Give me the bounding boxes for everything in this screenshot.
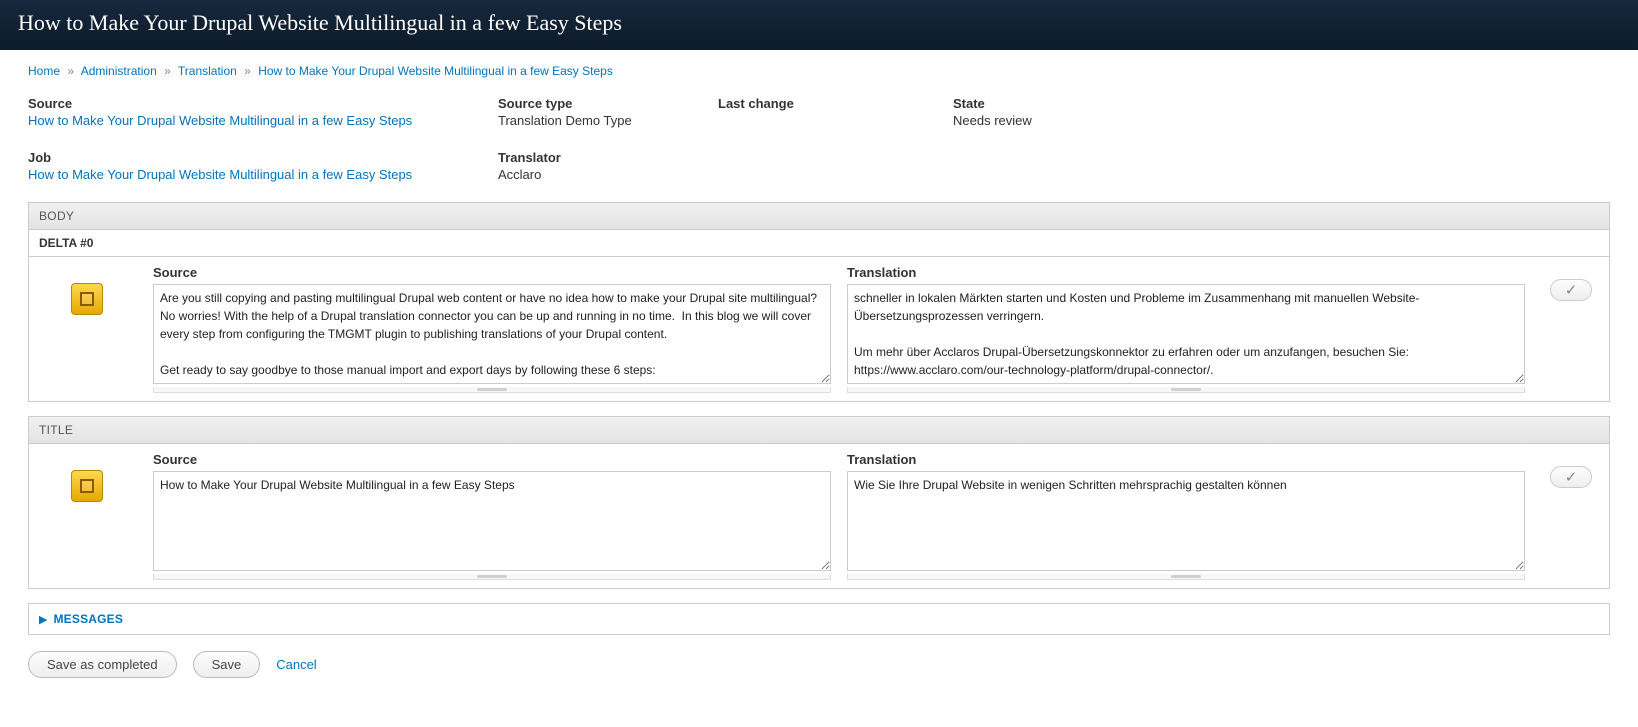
meta-state-label: State xyxy=(953,96,1610,111)
title-translation-textarea[interactable] xyxy=(847,471,1525,571)
meta-job-link[interactable]: How to Make Your Drupal Website Multilin… xyxy=(28,167,412,182)
breadcrumb-home[interactable]: Home xyxy=(28,64,60,78)
breadcrumb-sep: » xyxy=(67,64,74,78)
body-status-icon-wrap xyxy=(37,265,137,315)
messages-link[interactable]: MESSAGES xyxy=(53,612,123,626)
check-icon: ✓ xyxy=(1565,468,1578,486)
meta-grid: Source How to Make Your Drupal Website M… xyxy=(28,96,1610,182)
title-source-textarea[interactable] xyxy=(153,471,831,571)
body-source-col: Source xyxy=(153,265,831,393)
title-row: Source Translation ✓ xyxy=(29,444,1609,588)
content-area: Home » Administration » Translation » Ho… xyxy=(0,50,1638,718)
title-accept-wrap: ✓ xyxy=(1541,452,1601,488)
cancel-link[interactable]: Cancel xyxy=(276,657,316,672)
meta-source: Source How to Make Your Drupal Website M… xyxy=(28,96,498,128)
meta-job-label: Job xyxy=(28,150,498,165)
resize-grip[interactable] xyxy=(153,574,831,580)
title-translation-label: Translation xyxy=(847,452,1525,467)
breadcrumb: Home » Administration » Translation » Ho… xyxy=(28,64,1610,78)
messages-collapsible[interactable]: ▶ MESSAGES xyxy=(28,603,1610,635)
meta-last-change-label: Last change xyxy=(718,96,953,111)
body-translation-col: Translation xyxy=(847,265,1525,393)
body-fieldset-header: BODY xyxy=(29,203,1609,230)
breadcrumb-administration[interactable]: Administration xyxy=(81,64,157,78)
title-translation-col: Translation xyxy=(847,452,1525,580)
body-source-textarea[interactable] xyxy=(153,284,831,384)
accept-translation-button[interactable]: ✓ xyxy=(1550,279,1592,301)
needs-review-icon xyxy=(71,470,103,502)
meta-translator: Translator Acclaro xyxy=(498,150,718,182)
breadcrumb-translation[interactable]: Translation xyxy=(178,64,237,78)
page-title: How to Make Your Drupal Website Multilin… xyxy=(18,10,1620,36)
meta-translator-value: Acclaro xyxy=(498,167,718,182)
meta-state: State Needs review xyxy=(953,96,1610,128)
body-fieldset: BODY DELTA #0 Source Translation ✓ xyxy=(28,202,1610,402)
body-translation-label: Translation xyxy=(847,265,1525,280)
accept-translation-button[interactable]: ✓ xyxy=(1550,466,1592,488)
meta-source-type-value: Translation Demo Type xyxy=(498,113,718,128)
meta-source-type: Source type Translation Demo Type xyxy=(498,96,718,128)
meta-source-type-label: Source type xyxy=(498,96,718,111)
title-status-icon-wrap xyxy=(37,452,137,502)
resize-grip[interactable] xyxy=(153,387,831,393)
title-fieldset: TITLE Source Translation ✓ xyxy=(28,416,1610,589)
meta-last-change: Last change xyxy=(718,96,953,128)
title-source-label: Source xyxy=(153,452,831,467)
check-icon: ✓ xyxy=(1565,281,1578,299)
page-header: How to Make Your Drupal Website Multilin… xyxy=(0,0,1638,50)
meta-source-label: Source xyxy=(28,96,498,111)
resize-grip[interactable] xyxy=(847,574,1525,580)
resize-grip[interactable] xyxy=(847,387,1525,393)
body-row: Source Translation ✓ xyxy=(29,257,1609,401)
save-as-completed-button[interactable]: Save as completed xyxy=(28,651,177,678)
meta-job: Job How to Make Your Drupal Website Mult… xyxy=(28,150,498,182)
needs-review-icon xyxy=(71,283,103,315)
body-accept-wrap: ✓ xyxy=(1541,265,1601,301)
form-actions: Save as completed Save Cancel xyxy=(28,651,1610,678)
title-fieldset-header: TITLE xyxy=(29,417,1609,444)
body-source-label: Source xyxy=(153,265,831,280)
breadcrumb-current[interactable]: How to Make Your Drupal Website Multilin… xyxy=(258,64,613,78)
title-source-col: Source xyxy=(153,452,831,580)
breadcrumb-sep: » xyxy=(244,64,251,78)
meta-translator-label: Translator xyxy=(498,150,718,165)
save-button[interactable]: Save xyxy=(193,651,261,678)
body-delta-header: DELTA #0 xyxy=(29,230,1609,257)
breadcrumb-sep: » xyxy=(164,64,171,78)
triangle-right-icon: ▶ xyxy=(39,613,47,626)
meta-state-value: Needs review xyxy=(953,113,1610,128)
meta-source-link[interactable]: How to Make Your Drupal Website Multilin… xyxy=(28,113,412,128)
body-translation-textarea[interactable] xyxy=(847,284,1525,384)
